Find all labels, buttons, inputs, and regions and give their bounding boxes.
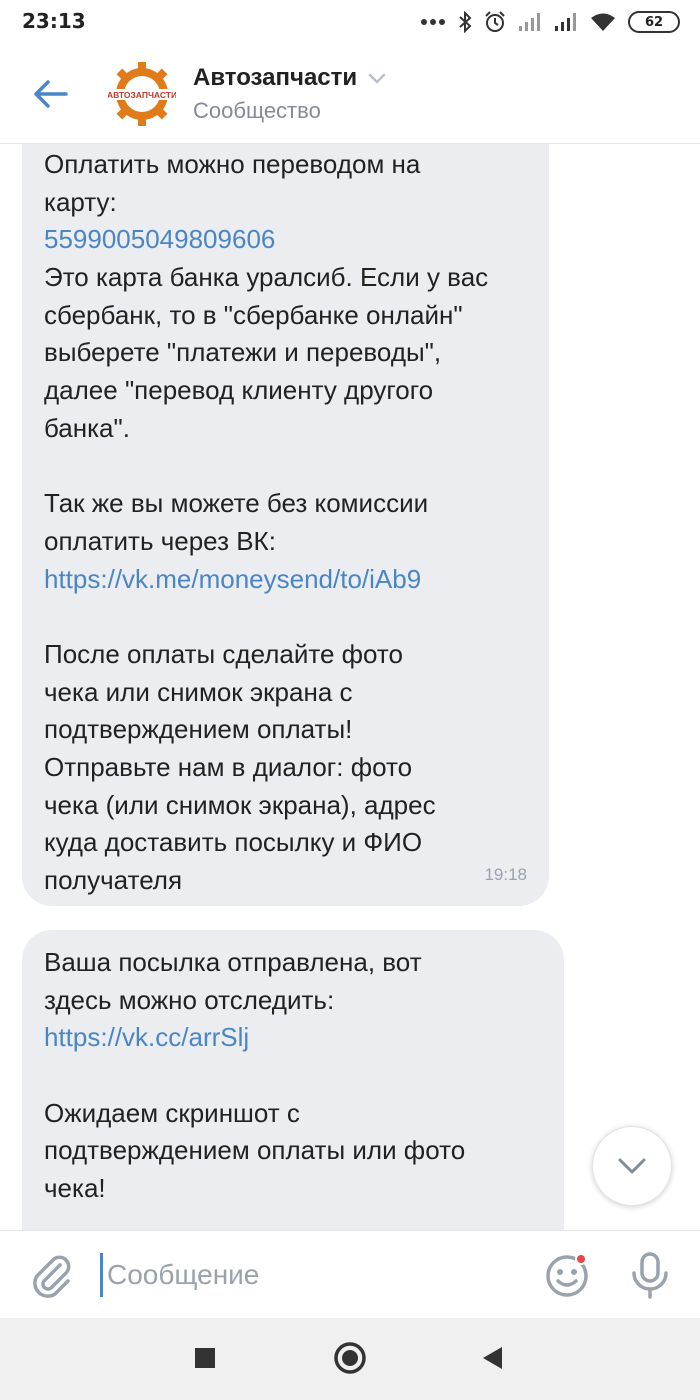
circle-icon [334, 1342, 366, 1374]
message-line: подтверждением оплаты! [44, 714, 353, 745]
square-icon [195, 1348, 215, 1368]
message-line: банка". [44, 412, 130, 443]
microphone-button[interactable] [628, 1251, 672, 1299]
chat-header: АВТОЗАПЧАСТИ Автозапчасти Сообщество [0, 44, 700, 144]
back-button[interactable] [28, 72, 72, 116]
gear-logo-icon: АВТОЗАПЧАСТИ [107, 62, 177, 126]
wifi-icon [591, 13, 615, 31]
message-bubble[interactable]: Оплатить можно переводом на карту: 5599005… [22, 144, 549, 906]
message-link[interactable]: https://vk.cc/arrSlj [44, 1019, 544, 1057]
message-line: Это карта банка уралсиб. Если у вас [44, 262, 489, 293]
community-avatar[interactable]: АВТОЗАПЧАСТИ [107, 60, 177, 128]
message-line: чека (или снимок экрана), адрес [44, 789, 436, 820]
message-line: куда доставить посылку и ФИО [44, 827, 423, 858]
triangle-back-icon [483, 1347, 502, 1369]
message-line: После оплаты сделайте фото [44, 638, 403, 669]
message-line: подтверждением оплаты или фото [44, 1135, 466, 1166]
alarm-icon [485, 11, 505, 32]
header-title-area[interactable]: Автозапчасти Сообщество [193, 64, 387, 124]
message-line: Ожидаем скриншот с [44, 1097, 300, 1128]
back-system-button[interactable] [472, 1338, 512, 1378]
message-link[interactable]: 5599005049809606 [44, 221, 534, 259]
message-line: выберете "платежи и переводы", [44, 337, 442, 368]
system-navigation-bar [0, 1318, 700, 1400]
microphone-icon [632, 1252, 668, 1299]
message-line: здесь можно отследить: [44, 984, 335, 1015]
message-text: Ваша посылка отправлена, вот здесь можно … [44, 944, 544, 1208]
recents-button[interactable] [185, 1338, 225, 1378]
community-subtitle: Сообщество [193, 98, 321, 123]
message-line: оплатить через ВК: [44, 525, 276, 556]
status-bar: 23:13 62 [0, 0, 700, 44]
battery-indicator: 62 [628, 11, 680, 33]
status-time: 23:13 [22, 9, 86, 33]
message-line: Отправьте нам в диалог: фото [44, 752, 413, 782]
signal-icon [519, 13, 540, 31]
message-input[interactable] [100, 1253, 520, 1297]
message-line: Ваша посылка отправлена, вот [44, 947, 422, 977]
message-line: получателя [44, 865, 183, 896]
attach-button[interactable] [28, 1251, 76, 1299]
message-line: карту: [44, 186, 117, 217]
message-link[interactable]: https://vk.me/moneysend/to/iAb9 [44, 561, 534, 599]
message-bubble[interactable]: Ваша посылка отправлена, вот здесь можно … [22, 930, 564, 1230]
bluetooth-icon [459, 11, 472, 33]
message-line: Так же вы можете без комиссии [44, 488, 429, 519]
message-line: далее "перевод клиенту другого [44, 375, 434, 406]
message-line: чека! [44, 1173, 106, 1204]
scroll-down-button[interactable] [592, 1126, 672, 1206]
message-text: Оплатить можно переводом на карту: 5599005… [44, 146, 534, 900]
message-line: сбербанк, то в "сбербанке онлайн" [44, 299, 463, 330]
community-title: Автозапчасти [193, 64, 358, 91]
message-line: чека или снимок экрана с [44, 676, 353, 707]
chevron-down-icon [368, 73, 386, 84]
chevron-down-icon [618, 1158, 646, 1174]
message-line: Оплатить можно переводом на [44, 149, 421, 179]
status-icons: 62 [420, 10, 680, 34]
svg-text:АВТОЗАПЧАСТИ: АВТОЗАПЧАСТИ [108, 90, 176, 100]
arrow-left-icon [34, 80, 68, 108]
paperclip-icon [33, 1255, 71, 1298]
more-dots-icon [421, 19, 445, 25]
message-time: 19:18 [484, 865, 527, 885]
signal-icon-2 [555, 13, 576, 31]
message-list[interactable]: Оплатить можно переводом на карту: 5599005… [0, 144, 700, 1230]
message-composer [0, 1230, 700, 1318]
home-button[interactable] [330, 1338, 370, 1378]
notification-dot [575, 1253, 587, 1265]
